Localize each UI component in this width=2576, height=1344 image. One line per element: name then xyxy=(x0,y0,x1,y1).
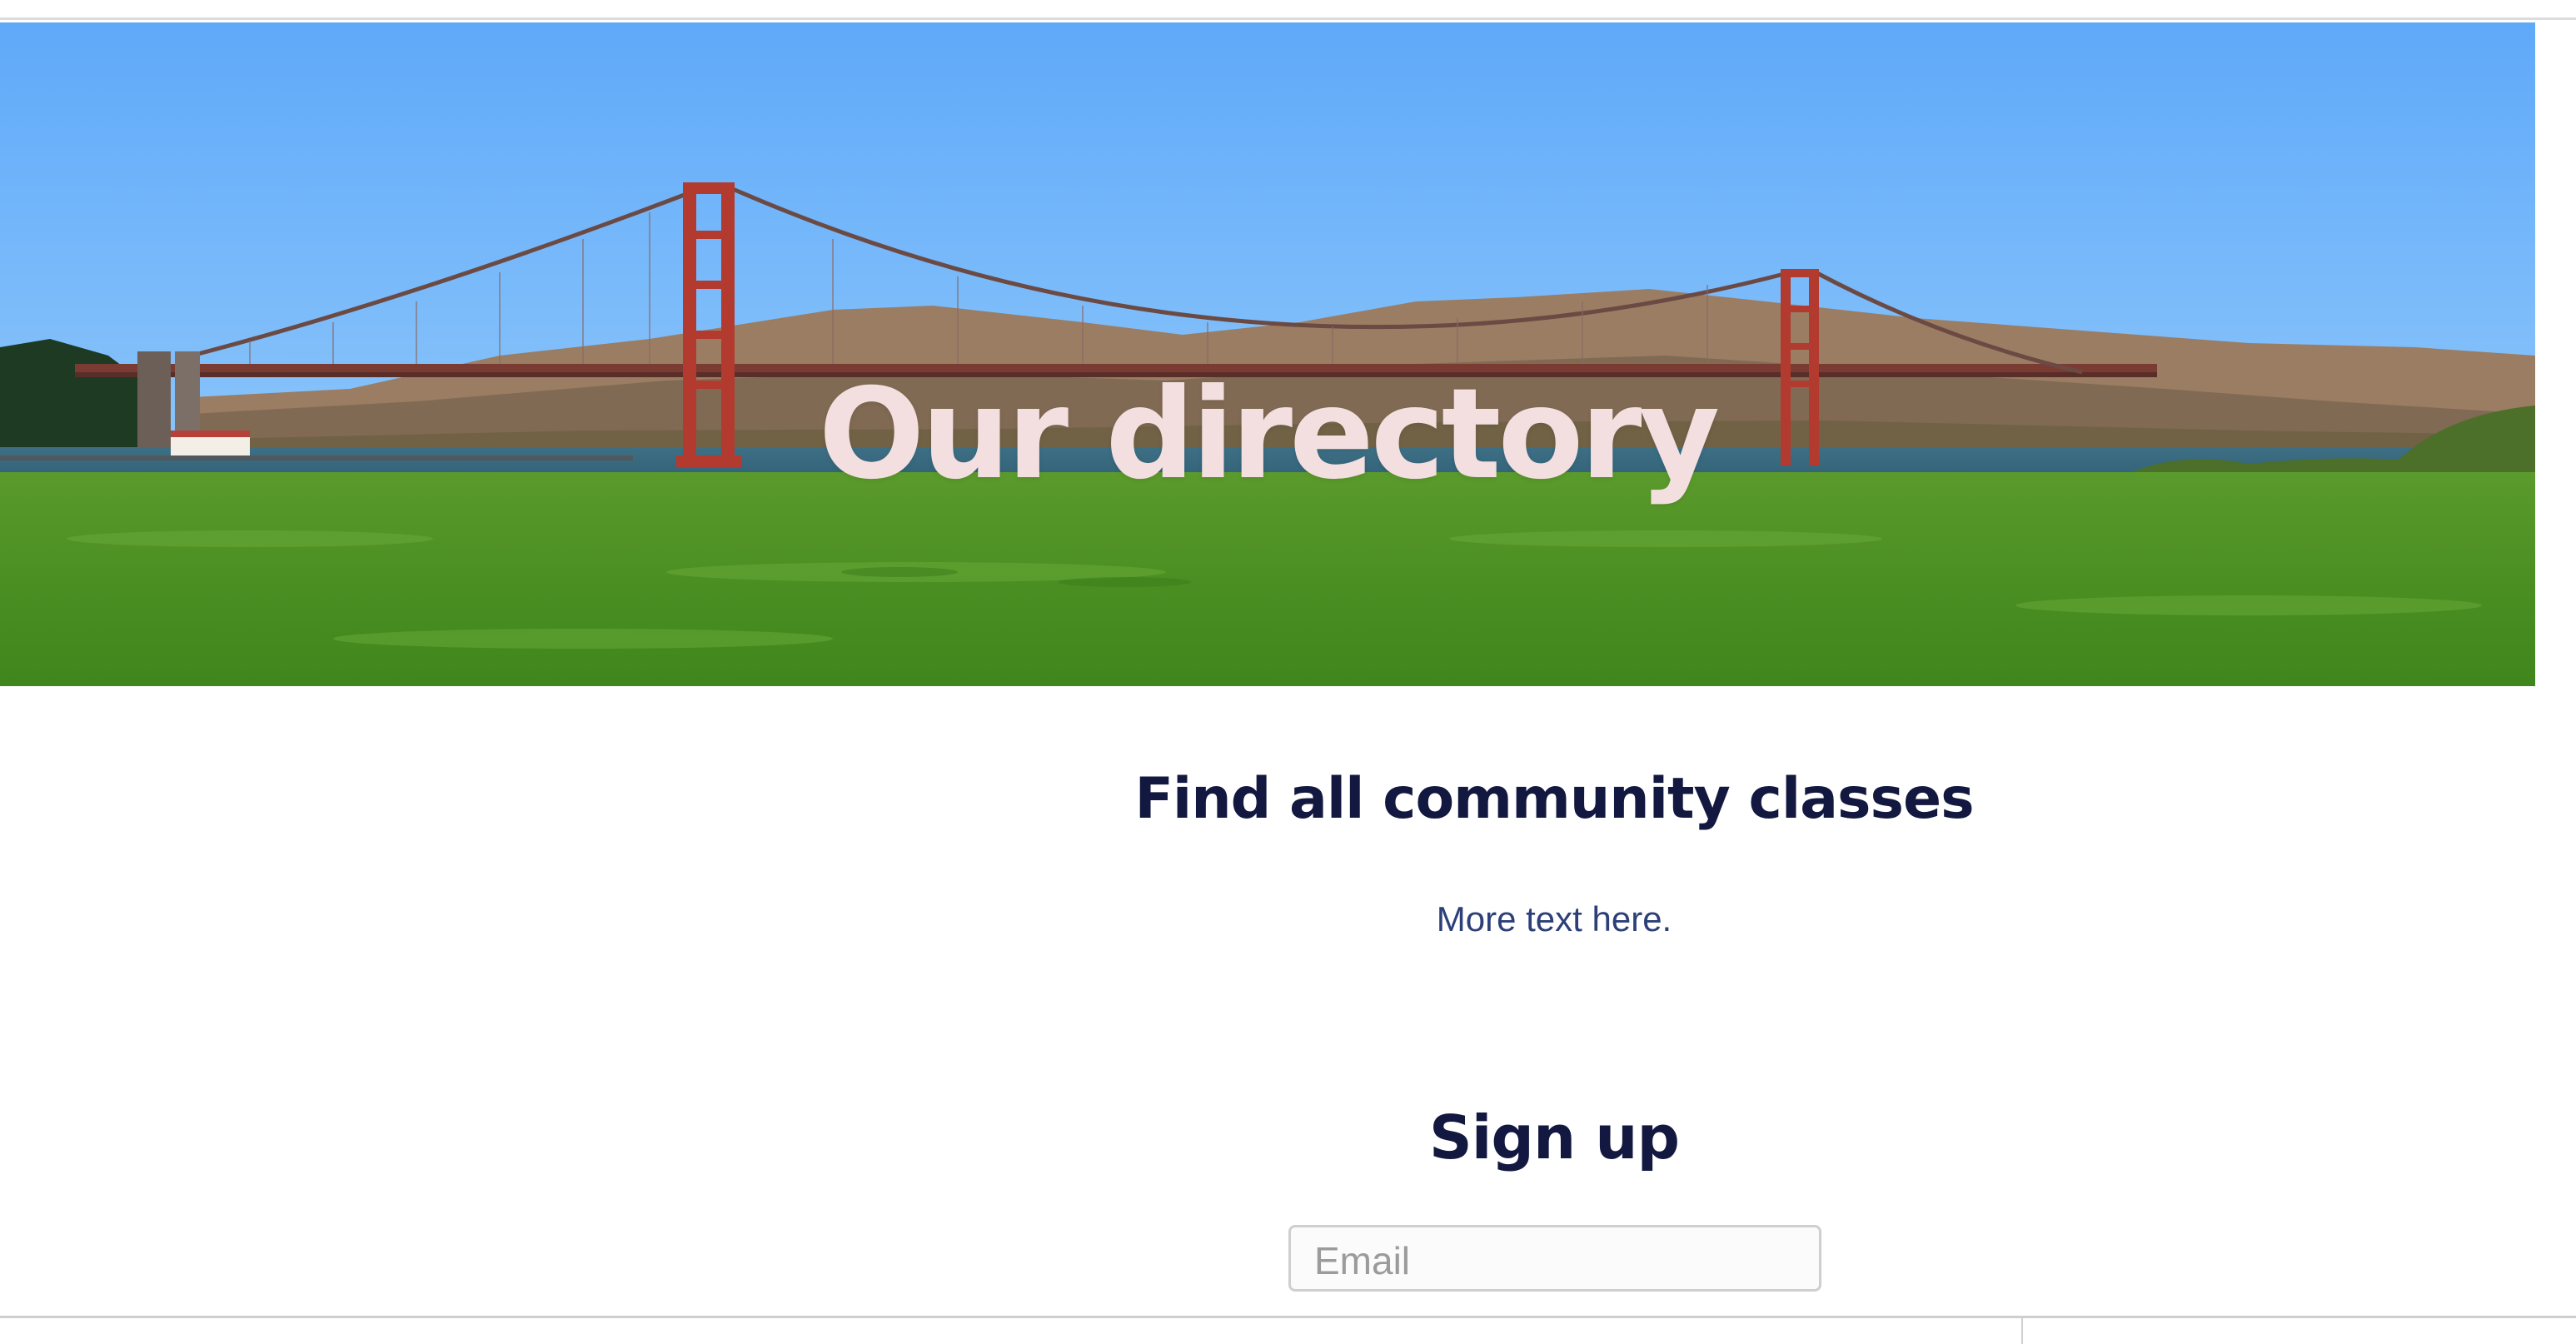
golden-gate-bridge-photo xyxy=(0,22,2535,686)
top-divider xyxy=(0,0,2576,20)
bottom-divider xyxy=(0,1316,2576,1318)
page: Our directory Find all community classes… xyxy=(0,0,2576,1344)
main-content: Find all community classes More text her… xyxy=(0,686,2576,1319)
email-field[interactable] xyxy=(1288,1225,1821,1292)
hero-banner: Our directory xyxy=(0,22,2535,686)
signup-heading: Sign up xyxy=(1428,1103,1680,1172)
hero-title: Our directory xyxy=(818,362,1720,507)
classes-heading: Find all community classes xyxy=(1134,766,1974,832)
bottom-vertical-divider xyxy=(2021,1318,2023,1344)
classes-description: More text here. xyxy=(1436,899,1672,938)
